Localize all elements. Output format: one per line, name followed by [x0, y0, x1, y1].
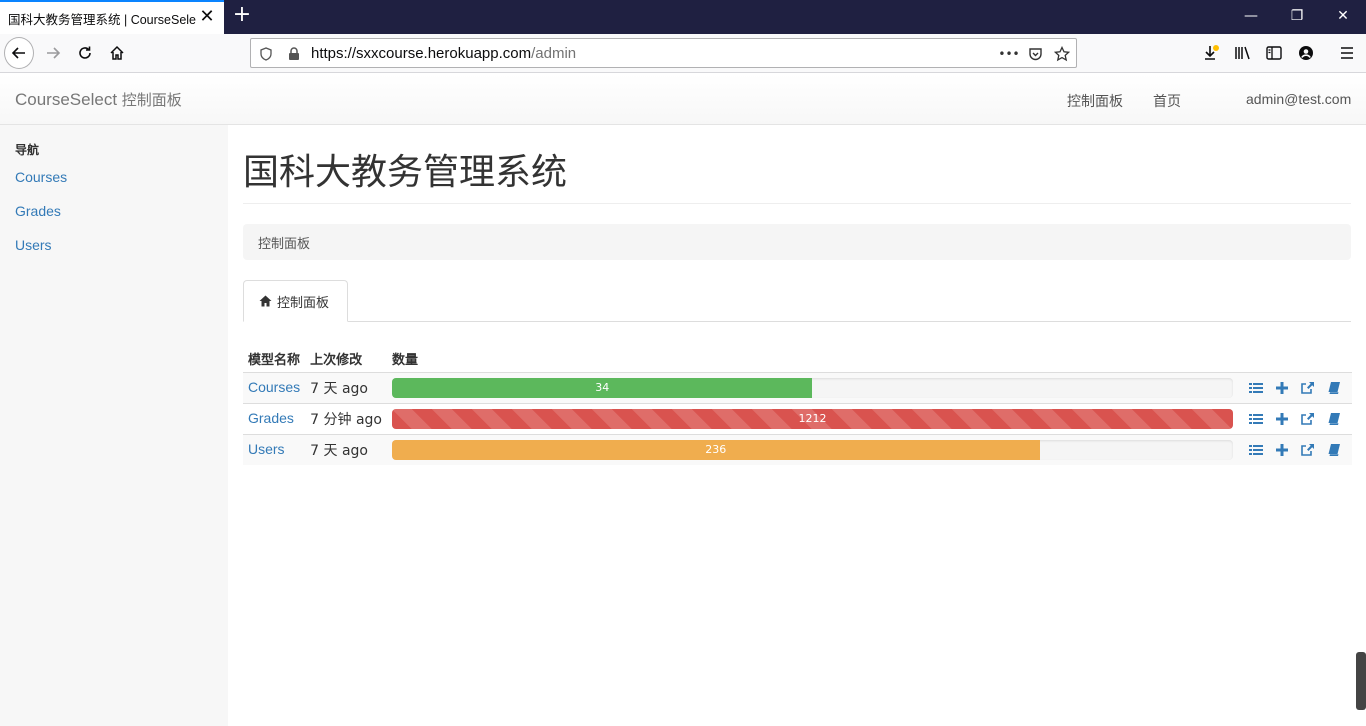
menu-button[interactable]: [1332, 38, 1362, 68]
row-actions: [1243, 441, 1347, 459]
url-bar[interactable]: https://sxxcourse.herokuapp.com/admin ••…: [250, 38, 1077, 68]
row-actions: [1243, 410, 1347, 428]
tabs-divider: [243, 321, 1351, 322]
sidebar-item-users[interactable]: Users: [15, 237, 52, 253]
bookmark-star-icon[interactable]: [1053, 45, 1071, 63]
library-icon: [1235, 46, 1250, 60]
row-actions: [1243, 379, 1347, 397]
book-icon[interactable]: [1321, 379, 1347, 397]
list-icon[interactable]: [1243, 410, 1269, 428]
user-email-link[interactable]: admin@test.com: [1246, 91, 1351, 107]
sidebar-item-grades[interactable]: Grades: [15, 203, 61, 219]
browser-tab-bar: 国科大教务管理系统 | CourseSelect ✕ + — ❐ ✕: [0, 0, 1366, 34]
title-divider: [243, 203, 1351, 204]
reload-icon: [79, 46, 91, 59]
count-progress: 1212: [391, 408, 1233, 429]
column-header-count: 数量: [386, 345, 1238, 373]
sidebar: 导航 Courses Grades Users: [0, 125, 228, 726]
sidebar-icon: [1266, 46, 1282, 60]
forward-button[interactable]: [38, 38, 68, 68]
brand-name: CourseSelect: [15, 90, 118, 109]
sidebar-header: 导航: [15, 143, 40, 157]
browser-toolbar: https://sxxcourse.herokuapp.com/admin ••…: [0, 34, 1366, 73]
account-icon: [1299, 46, 1313, 60]
back-arrow-icon: [4, 37, 34, 69]
site-navbar: CourseSelect 控制面板 控制面板 首页 admin@test.com: [0, 74, 1366, 125]
reload-button[interactable]: [70, 38, 100, 68]
nav-dashboard-link[interactable]: 控制面板: [1067, 91, 1123, 111]
forward-arrow-icon: [47, 47, 61, 59]
nav-home-link[interactable]: 首页: [1153, 91, 1181, 111]
library-button[interactable]: [1228, 38, 1258, 68]
scrollbar-thumb[interactable]: [1356, 652, 1366, 710]
add-icon[interactable]: [1269, 379, 1295, 397]
column-header-last-modified: 上次修改: [305, 345, 387, 373]
table-row-users: Users 7 天 ago 236: [243, 433, 1352, 465]
page-actions-icon[interactable]: •••: [997, 45, 1021, 63]
list-icon[interactable]: [1243, 441, 1269, 459]
models-table: 模型名称 上次修改 数量 Courses 7 天 ago 34 Grades 7…: [243, 345, 1352, 465]
book-icon[interactable]: [1321, 410, 1347, 428]
export-icon[interactable]: [1295, 410, 1321, 428]
close-tab-icon[interactable]: ✕: [198, 8, 216, 26]
url-path: /admin: [531, 45, 577, 62]
breadcrumb: 控制面板: [243, 224, 1351, 260]
shield-icon[interactable]: [257, 45, 275, 63]
sidebar-item-courses[interactable]: Courses: [15, 169, 67, 185]
last-modified-cell: 7 天 ago: [305, 371, 387, 403]
table-row-courses: Courses 7 天 ago 34: [243, 371, 1352, 403]
download-icon: [1205, 45, 1219, 60]
close-window-button[interactable]: ✕: [1320, 0, 1366, 34]
count-bar: 34: [391, 377, 813, 398]
column-header-actions: [1237, 345, 1352, 373]
last-modified-cell: 7 分钟 ago: [305, 402, 387, 434]
url-host: https://sxxcourse.herokuapp.com: [311, 45, 532, 62]
table-row-grades: Grades 7 分钟 ago 1212: [243, 402, 1352, 434]
home-icon: [259, 295, 272, 307]
brand-subtitle: 控制面板: [121, 92, 182, 109]
export-icon[interactable]: [1295, 379, 1321, 397]
minimize-window-button[interactable]: —: [1228, 0, 1274, 34]
tab-dashboard-label: 控制面板: [277, 295, 330, 311]
browser-tab-title: 国科大教务管理系统 | CourseSelect: [8, 12, 196, 27]
tab-dashboard[interactable]: 控制面板: [243, 280, 348, 322]
pocket-icon[interactable]: [1026, 45, 1044, 63]
table-header-row: 模型名称 上次修改 数量: [243, 345, 1352, 373]
model-name-link[interactable]: Grades: [248, 410, 294, 426]
add-icon[interactable]: [1269, 441, 1295, 459]
home-button[interactable]: [102, 38, 132, 68]
restore-window-button[interactable]: ❐: [1274, 0, 1320, 34]
count-progress: 34: [391, 377, 1233, 398]
count-bar: 236: [391, 439, 1040, 460]
add-icon[interactable]: [1269, 410, 1295, 428]
lock-icon[interactable]: [285, 45, 303, 63]
sidebar-toggle-button[interactable]: [1259, 38, 1289, 68]
new-tab-button[interactable]: +: [230, 4, 254, 28]
column-header-model-name: 模型名称: [243, 345, 306, 373]
export-icon[interactable]: [1295, 441, 1321, 459]
home-icon: [110, 45, 124, 60]
table-body: Courses 7 天 ago 34 Grades 7 分钟 ago 1212 …: [243, 371, 1352, 465]
list-icon[interactable]: [1243, 379, 1269, 397]
model-name-link[interactable]: Users: [248, 441, 285, 457]
book-icon[interactable]: [1321, 441, 1347, 459]
last-modified-cell: 7 天 ago: [305, 433, 387, 465]
account-button[interactable]: [1291, 38, 1321, 68]
count-bar: 1212: [391, 408, 1233, 429]
browser-tab-active[interactable]: 国科大教务管理系统 | CourseSelect ✕: [0, 0, 224, 34]
url-text: https://sxxcourse.herokuapp.com/admin: [311, 45, 576, 62]
back-button[interactable]: [4, 37, 34, 69]
hamburger-menu-icon: [1341, 47, 1353, 59]
count-progress: 236: [391, 439, 1233, 460]
model-name-link[interactable]: Courses: [248, 379, 300, 395]
site-brand[interactable]: CourseSelect 控制面板: [15, 89, 182, 110]
downloads-button[interactable]: [1196, 38, 1226, 68]
page-title: 国科大教务管理系统: [243, 151, 568, 192]
